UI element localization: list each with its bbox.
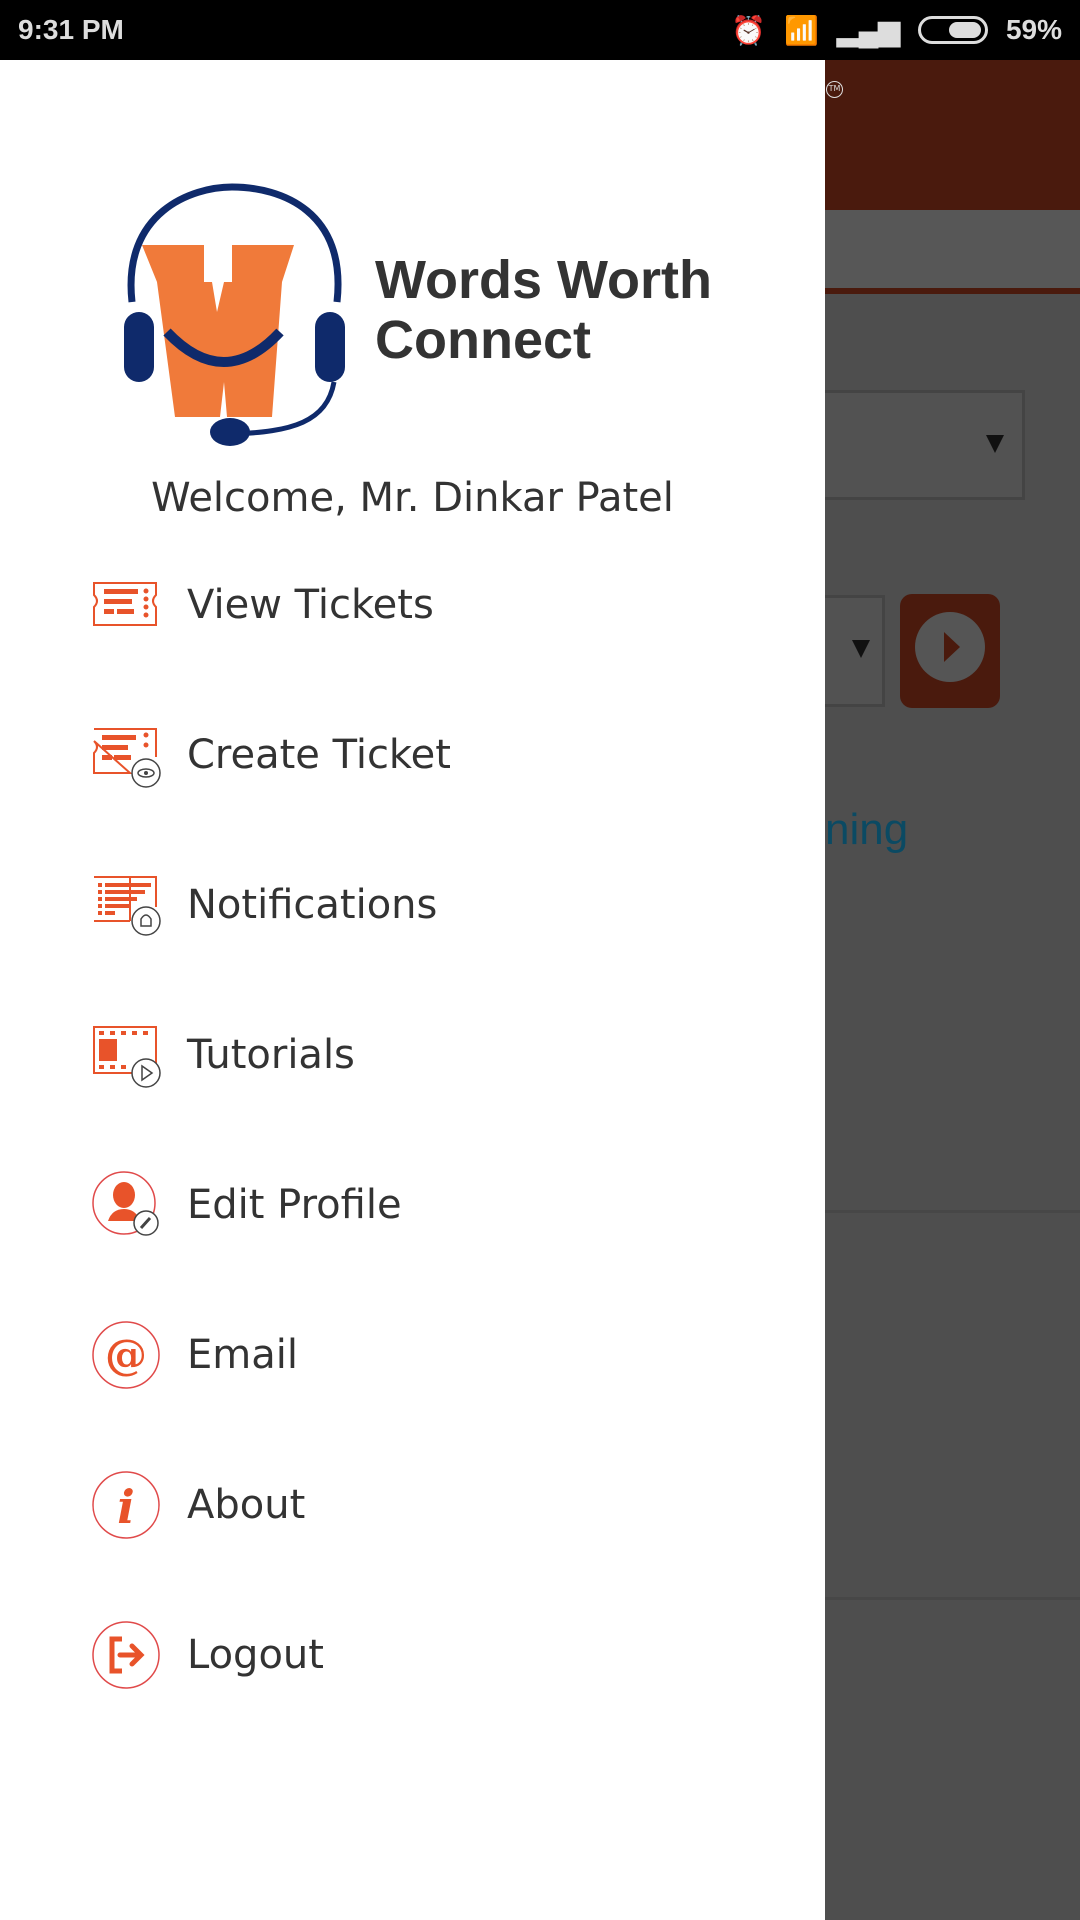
trademark-icon: TM — [826, 81, 843, 98]
background-dropdown-2 — [825, 595, 885, 707]
menu-item-label: Edit Profile — [187, 1182, 402, 1228]
svg-text:@: @ — [105, 1330, 147, 1379]
background-play-button — [900, 594, 1000, 708]
menu-item-logout[interactable]: Logout — [0, 1590, 825, 1720]
info-icon: i — [92, 1471, 160, 1539]
ticket-eye-icon — [93, 728, 161, 788]
words-worth-logo — [124, 183, 345, 446]
menu-item-label: Logout — [187, 1632, 324, 1678]
brand-line-2: Connect — [375, 310, 591, 370]
background-divider — [825, 1597, 1080, 1600]
dropdown-arrow-icon — [986, 435, 1004, 453]
brand-name: Words Worth Connect — [375, 250, 712, 370]
menu-item-create-ticket[interactable]: Create Ticket — [0, 690, 825, 820]
welcome-message: Welcome, Mr. Dinkar Patel — [151, 475, 674, 521]
menu-item-about[interactable]: i About — [0, 1440, 825, 1570]
list-bell-icon — [94, 876, 161, 936]
battery-level: 59% — [1005, 14, 1062, 45]
status-time: 9:31 PM — [18, 14, 124, 45]
ticket-icon — [93, 582, 157, 626]
menu-item-label: Tutorials — [187, 1032, 355, 1078]
film-play-icon — [93, 1026, 161, 1088]
menu-item-label: Email — [187, 1332, 298, 1378]
menu-item-view-tickets[interactable]: View Tickets — [0, 540, 825, 670]
menu-item-label: Create Ticket — [187, 732, 451, 778]
background-partial-text: ning — [825, 805, 909, 854]
dropdown-arrow-icon — [852, 640, 870, 658]
menu-item-edit-profile[interactable]: Edit Profile — [0, 1140, 825, 1270]
menu-item-email[interactable]: @ Email — [0, 1290, 825, 1420]
alarm-icon: ⏰ — [731, 14, 767, 46]
background-divider — [825, 288, 1080, 294]
user-edit-icon — [92, 1171, 159, 1236]
wifi-icon: 📶 — [784, 14, 820, 46]
menu-item-tutorials[interactable]: Tutorials — [0, 990, 825, 1120]
svg-text:i: i — [117, 1480, 134, 1534]
play-icon — [915, 612, 985, 682]
background-tab-strip — [825, 210, 1080, 288]
menu-item-label: About — [187, 1482, 306, 1528]
background-divider — [825, 1210, 1080, 1213]
at-icon: @ — [92, 1321, 160, 1389]
signal-icon: ▂▄▆ — [837, 14, 900, 46]
status-bar: 9:31 PM ⏰ 📶 ▂▄▆ 59% — [0, 0, 1080, 60]
background-dropdown — [825, 390, 1025, 500]
menu-item-notifications[interactable]: Notifications — [0, 840, 825, 970]
menu-item-label: Notifications — [187, 882, 438, 928]
menu-item-label: View Tickets — [187, 582, 434, 628]
battery-icon — [917, 16, 988, 44]
brand-line-1: Words Worth — [375, 250, 712, 310]
background-app-header — [825, 60, 1080, 210]
logout-icon — [92, 1621, 160, 1689]
